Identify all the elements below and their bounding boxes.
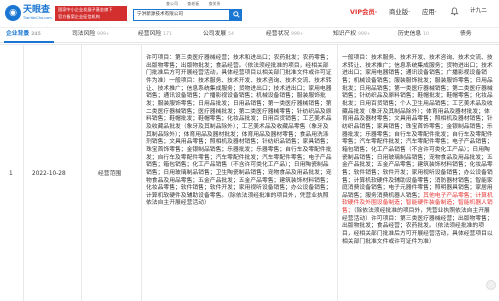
before-change-cell: 许可项目：第三类医疗器械经营；技术和进出口；农药批发；农药零售；出版物零售；出版… — [142, 44, 338, 301]
tab-count: 10 — [423, 32, 429, 37]
tab-intellectual-property[interactable]: 知识产权 999+ — [333, 31, 371, 38]
tab-label: 历史信息 — [398, 31, 422, 37]
tab-company-background[interactable]: 企业背景 245 — [6, 31, 41, 38]
search-input[interactable]: 宁洪新源技术有限公司 — [133, 9, 230, 21]
row-date-cell: 2022-10-28 — [24, 44, 82, 301]
banner-line-2: 官方备案企业征信机构 — [58, 13, 100, 19]
after-change-cell: 一般项目：技术服务、技术开发、技术咨询、技术交流、技术转让、技术推广；信息系统集… — [338, 44, 499, 301]
tab-label: 知识产权 — [333, 31, 357, 37]
search-mode-relation[interactable]: 查关系 — [209, 1, 221, 6]
search-icon — [232, 11, 240, 18]
promo-banner[interactable]: 国家中小企业发展子基金旗下 官方备案企业征信机构 — [55, 6, 127, 21]
business-edition-menu[interactable]: 商业版· — [389, 8, 410, 16]
tab-count: 171 — [163, 32, 172, 37]
tab-operating-status[interactable]: 经营状况 999+ — [266, 31, 304, 38]
change-item: 经营范围 — [98, 171, 122, 177]
tab-debt[interactable]: 债务 — [460, 31, 472, 38]
back-to-top-button[interactable] — [486, 280, 496, 290]
logo-eye-icon: ◉ — [5, 5, 21, 21]
tab-history[interactable]: 历史信息 10 — [398, 31, 429, 38]
logo-name: 天眼查 — [23, 5, 51, 15]
search-mode-company[interactable]: 查公司 — [166, 1, 178, 6]
user-menu[interactable]: 计九二 — [470, 8, 487, 15]
tab-count: 999+ — [97, 32, 110, 37]
tab-label: 公司发展 — [203, 31, 227, 37]
search-button[interactable] — [230, 9, 242, 21]
before-change-text: 许可项目：第三类医疗器械经营；技术和进出口；农药批发；农药零售；出版物零售；出版… — [146, 55, 332, 207]
tab-count: 245 — [31, 32, 41, 37]
active-tab-indicator — [4, 41, 54, 43]
tab-company-development[interactable]: 公司发展 54 — [203, 31, 234, 38]
section-tabs: 企业背景 245 司法风险 999+ 经营风险 171 公司发展 54 经营状况… — [0, 28, 499, 43]
site-logo[interactable]: ◉ 天眼查 TianYanCha.com — [5, 4, 55, 24]
after-change-text: 一般项目：技术服务、技术开发、技术咨询、技术交流、技术转让、技术推广；信息系统集… — [342, 55, 495, 246]
tab-count: 999+ — [358, 32, 371, 37]
tab-label: 经营风险 — [138, 31, 162, 37]
tab-label: 企业背景 — [6, 31, 30, 37]
top-header: ◉ 天眼查 TianYanCha.com 国家中小企业发展子基金旗下 官方备案企… — [0, 0, 499, 28]
logo-subtitle: TianYanCha.com — [23, 16, 52, 20]
search-mode-boss[interactable]: 查老板 — [187, 1, 199, 6]
row-index: 1 — [9, 171, 13, 177]
tab-label: 经营状况 — [266, 31, 290, 37]
tab-count: 999+ — [291, 32, 304, 37]
after-text-segment: （除依法须经批准的项目外，凭营业执照依法自主开展经营活动）许可项目：第三类医疗器… — [342, 208, 493, 245]
tab-label: 司法风险 — [72, 31, 96, 37]
apps-menu[interactable]: 应用· — [422, 8, 437, 16]
vip-menu[interactable]: VIP会员· — [350, 8, 377, 16]
tab-count: 54 — [228, 32, 234, 37]
row-index-cell: 1 — [0, 44, 24, 301]
after-text-segment: 一般项目：技术服务、技术开发、技术咨询、技术交流、技术转让、技术推广；信息系统集… — [342, 55, 493, 199]
tab-label: 债务 — [460, 31, 472, 37]
change-date: 2022-10-28 — [32, 171, 66, 177]
search-mode-links: 查公司 查老板 查关系 — [166, 1, 229, 6]
bell-icon[interactable] — [450, 7, 459, 16]
tab-judicial-risk[interactable]: 司法风险 999+ — [72, 31, 110, 38]
row-type-cell: 经营范围 — [82, 44, 142, 301]
tab-operating-risk[interactable]: 经营风险 171 — [138, 31, 172, 38]
